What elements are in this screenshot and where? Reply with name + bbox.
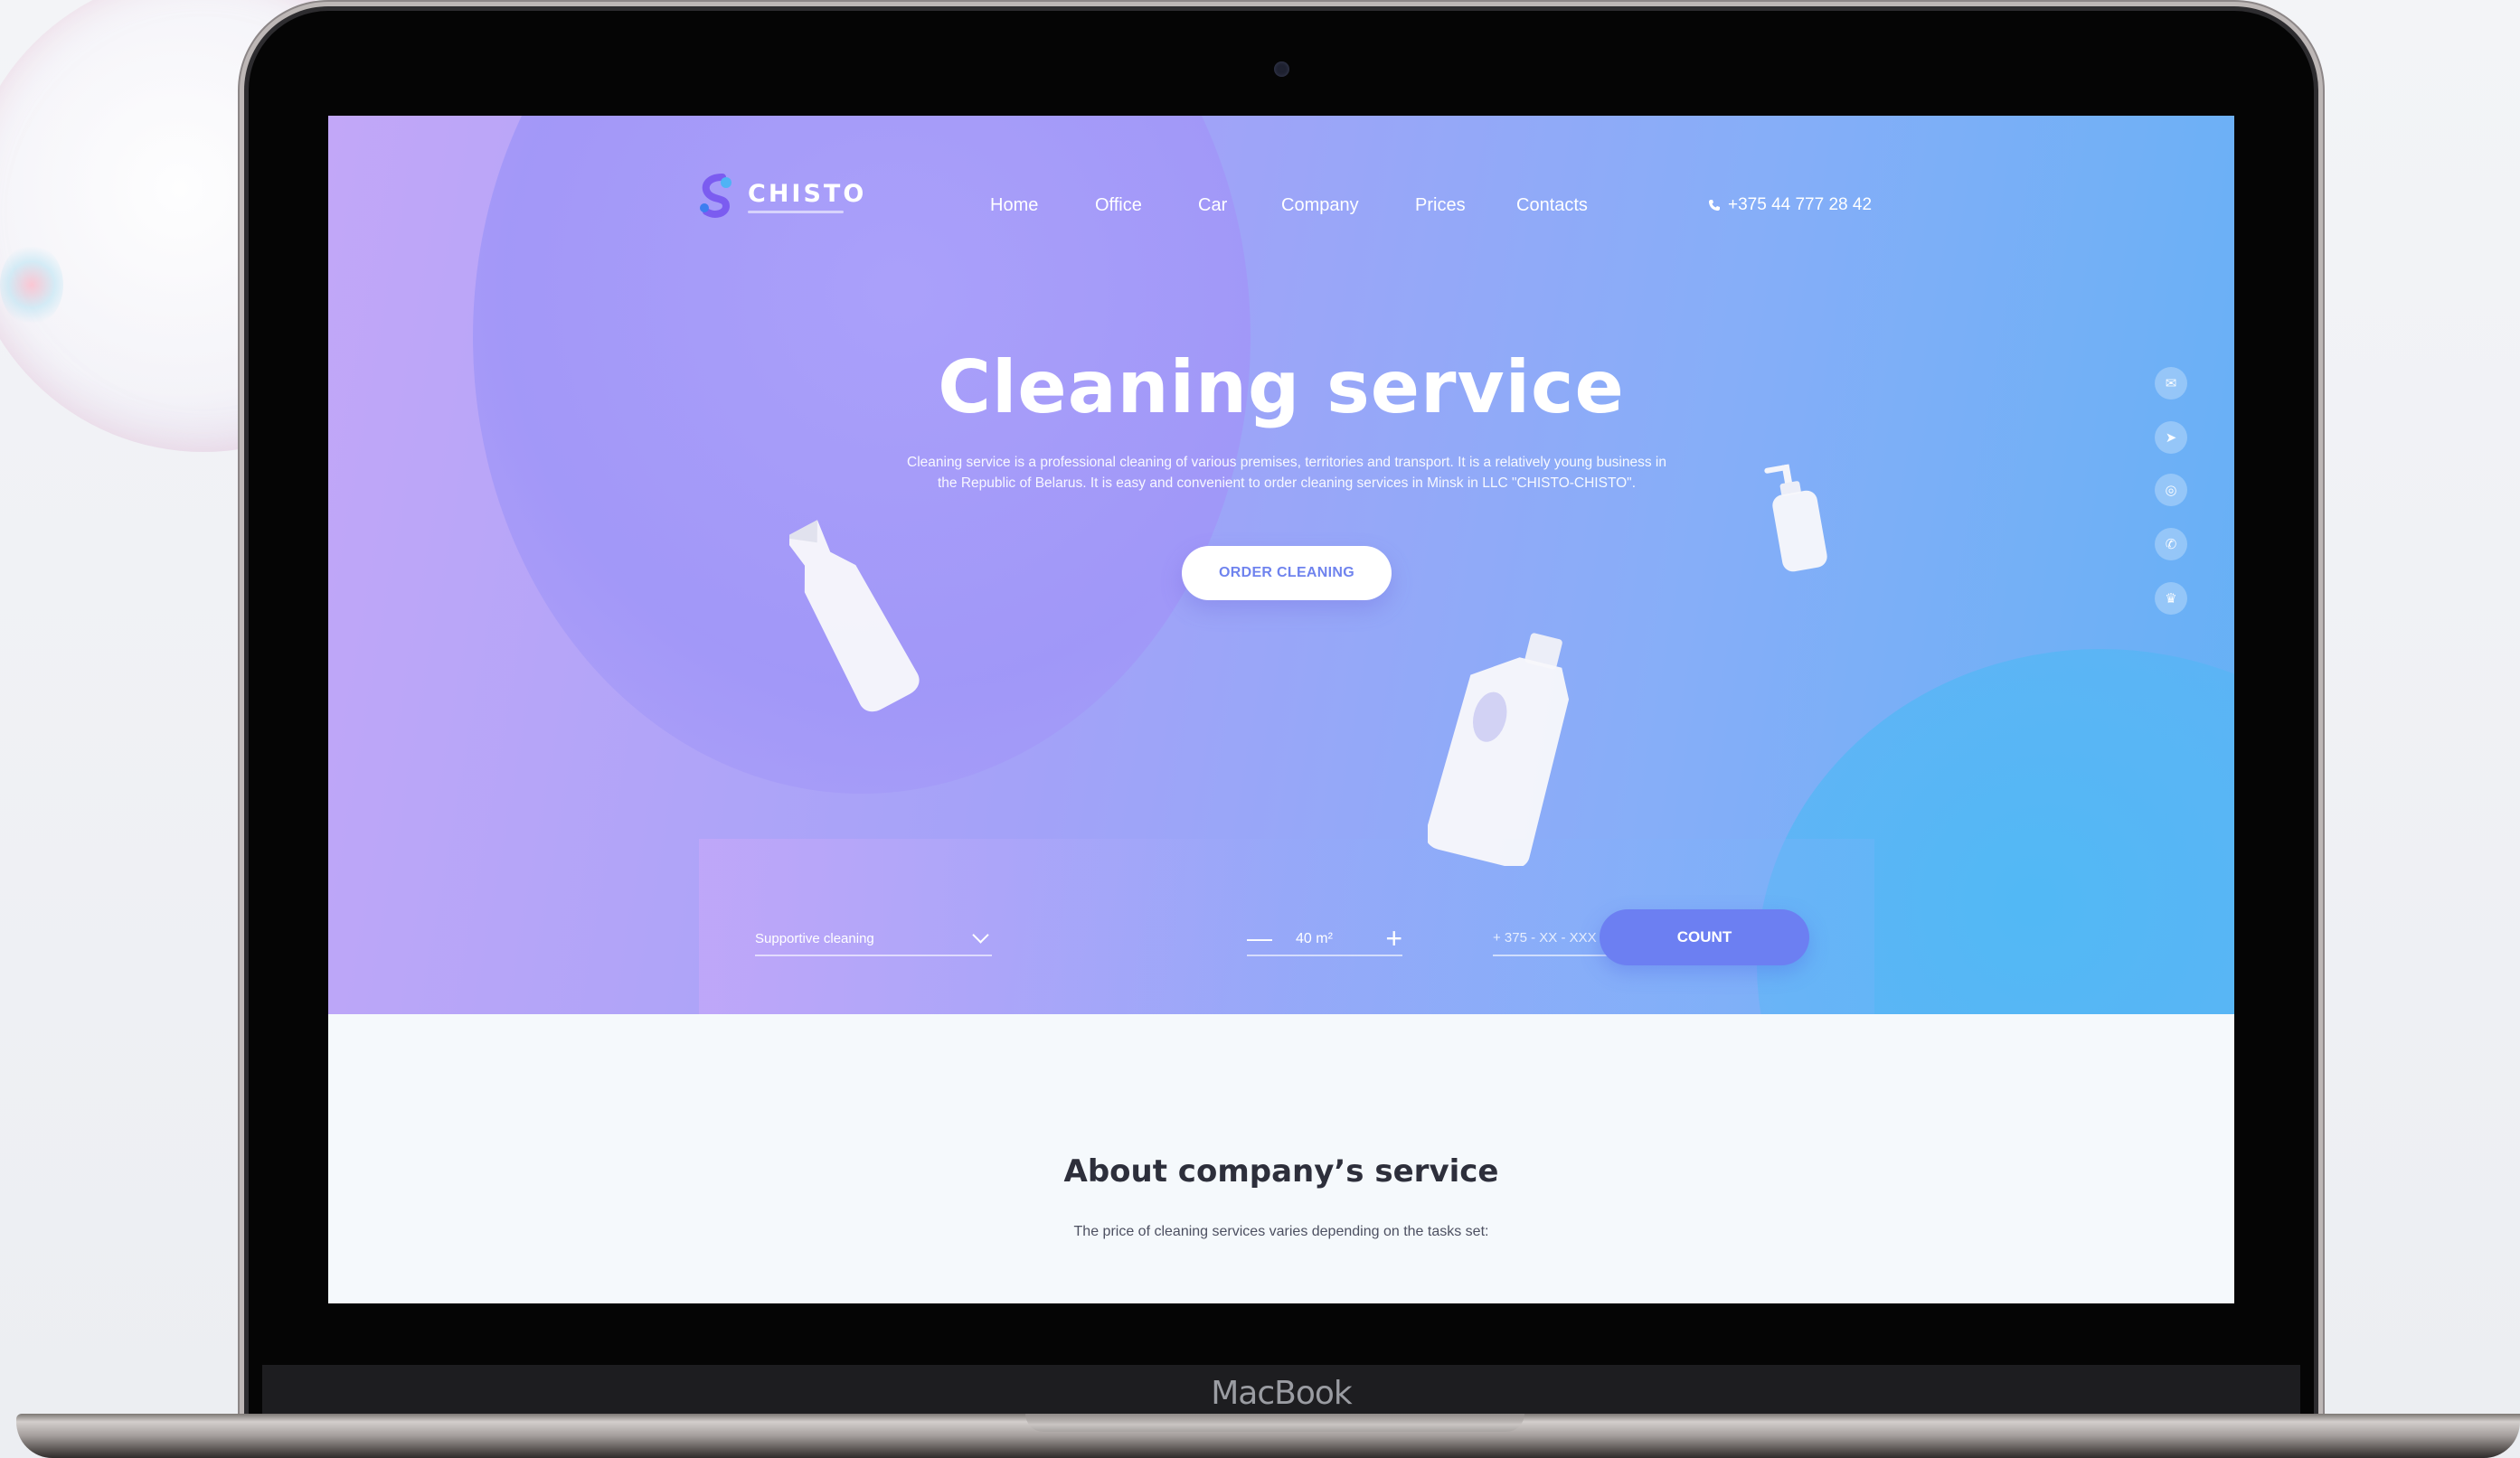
hero-section: CHISTO Home Office Car Company Prices Co… (328, 116, 2234, 1014)
area-stepper[interactable]: — 40 m² + (1247, 920, 1402, 956)
area-decrease-button[interactable]: — (1247, 924, 1272, 953)
about-subtitle: The price of cleaning services varies de… (1073, 1224, 1489, 1239)
header-phone-number: +375 44 777 28 42 (1728, 195, 1873, 214)
nav-home[interactable]: Home (990, 195, 1038, 216)
area-value: 40 m² (1296, 931, 1333, 946)
instagram-icon[interactable]: ◎ (2155, 474, 2187, 506)
telegram-icon[interactable]: ➤ (2155, 421, 2187, 454)
nav-prices[interactable]: Prices (1415, 195, 1466, 216)
phone-icon (1709, 200, 1720, 211)
laptop-bottom-bezel: MacBook (262, 1365, 2300, 1421)
soap-dispenser-image (1764, 464, 1827, 572)
detergent-bottle-image (1428, 633, 1570, 866)
laptop-frame: CHISTO Home Office Car Company Prices Co… (249, 11, 2314, 1421)
webcam (1274, 61, 1289, 77)
order-cleaning-button[interactable]: ORDER CLEANING (1182, 546, 1392, 600)
nav-company[interactable]: Company (1281, 195, 1359, 216)
cleaning-calculator: Supportive cleaning — 40 m² + (328, 893, 2234, 983)
mail-icon[interactable]: ✉ (2155, 367, 2187, 400)
vk-icon[interactable]: ♛ (2155, 582, 2187, 615)
device-brand-label: MacBook (1211, 1374, 1353, 1412)
service-type-value: Supportive cleaning (755, 931, 874, 946)
about-section: About company’s service The price of cle… (328, 1014, 2234, 1303)
viber-icon[interactable]: ✆ (2155, 528, 2187, 560)
logo-text: CHISTO (748, 179, 867, 208)
about-title: About company’s service (1063, 1153, 1499, 1190)
background-glow (0, 244, 63, 325)
top-navigation: CHISTO Home Office Car Company Prices Co… (328, 170, 2234, 242)
service-type-select[interactable]: Supportive cleaning (755, 920, 992, 956)
site-logo[interactable]: CHISTO (695, 174, 866, 219)
nav-contacts[interactable]: Contacts (1516, 195, 1588, 216)
hero-title: Cleaning service (938, 345, 1625, 429)
chevron-down-icon (972, 927, 989, 944)
area-increase-button[interactable]: + (1385, 922, 1402, 955)
bottle-image (789, 520, 920, 712)
header-phone[interactable]: +375 44 777 28 42 (1708, 195, 1872, 215)
website-screen: CHISTO Home Office Car Company Prices Co… (328, 116, 2234, 1303)
count-button[interactable]: COUNT (1600, 909, 1809, 965)
laptop-hinge-notch (1025, 1414, 1524, 1432)
logo-icon (700, 174, 731, 218)
hero-description: Cleaning service is a professional clean… (907, 455, 1666, 491)
nav-car[interactable]: Car (1198, 195, 1227, 216)
nav-office[interactable]: Office (1095, 195, 1142, 216)
logo-tagline-bar (748, 210, 844, 213)
